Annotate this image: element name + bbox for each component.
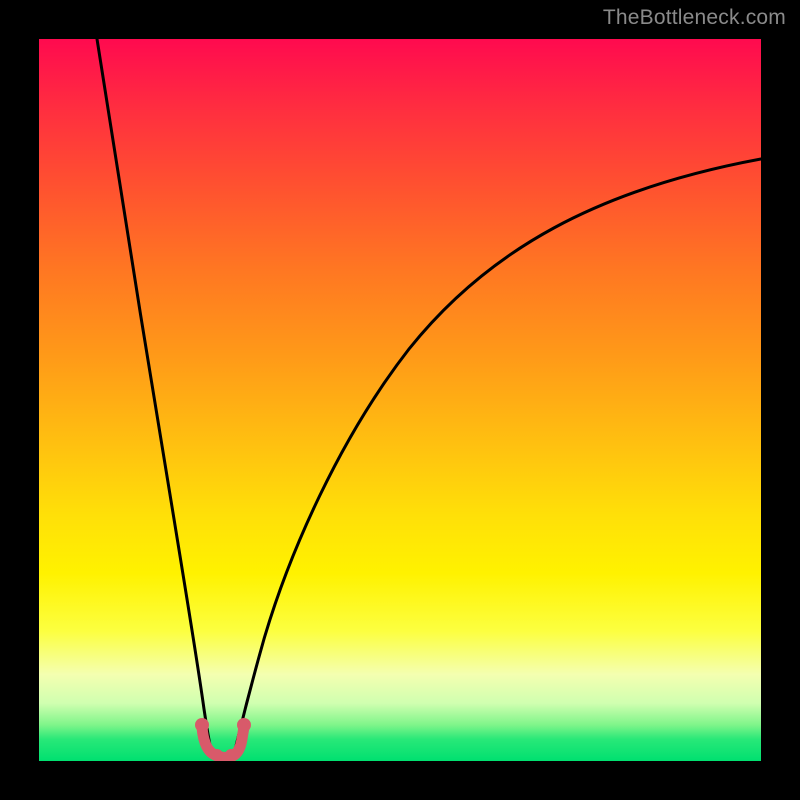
- curve-right-branch: [235, 159, 761, 750]
- curve-layer: [39, 39, 761, 761]
- valley-marker-dot-mid2: [225, 749, 237, 761]
- plot-area: [39, 39, 761, 761]
- valley-marker-dot-left: [195, 718, 209, 732]
- valley-marker-dot-mid: [211, 749, 223, 761]
- valley-marker-dot-right: [237, 718, 251, 732]
- watermark-text: TheBottleneck.com: [603, 6, 786, 30]
- chart-frame: TheBottleneck.com: [0, 0, 800, 800]
- curve-left-branch: [97, 39, 211, 750]
